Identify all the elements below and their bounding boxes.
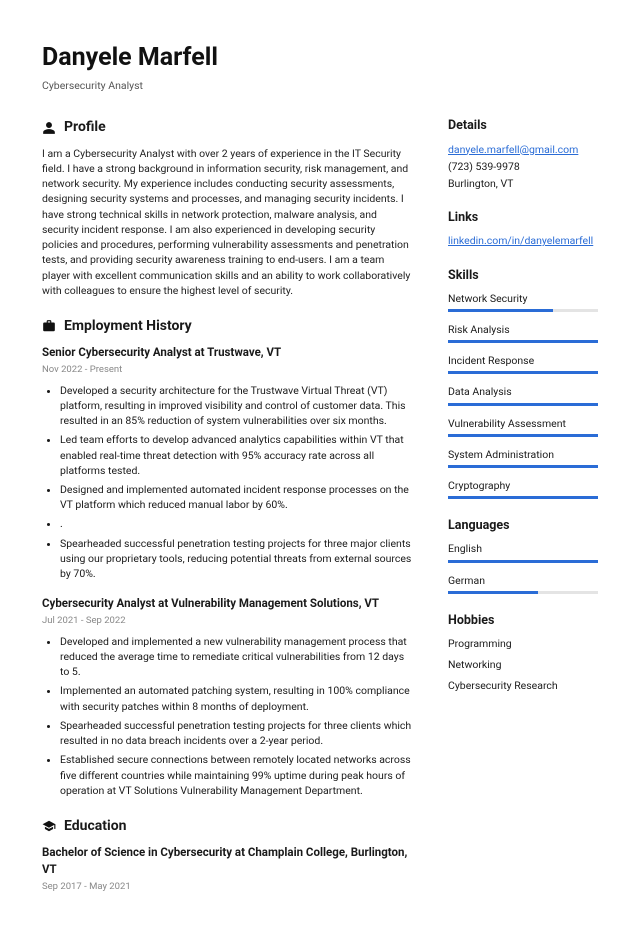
- job-bullet: Established secure connections between r…: [60, 752, 412, 798]
- progress-bar: [448, 560, 598, 563]
- skills-title: Skills: [448, 267, 598, 285]
- progress-fill: [448, 560, 598, 563]
- skills-section: Skills Network Security Risk Analysis Inci…: [448, 267, 598, 500]
- job-bullet: Designed and implemented automated incid…: [60, 482, 412, 512]
- progress-bar: [448, 465, 598, 468]
- hobbies-title: Hobbies: [448, 612, 598, 630]
- profile-section: Profile I am a Cybersecurity Analyst wit…: [42, 117, 412, 297]
- language-item: English: [448, 541, 598, 562]
- skill-item-label: Data Analysis: [448, 384, 598, 399]
- briefcase-icon: [42, 319, 56, 333]
- progress-fill: [448, 496, 598, 499]
- job-role: Cybersecurity Analyst: [42, 78, 598, 93]
- location: Burlington, VT: [448, 176, 598, 191]
- education-dates: Sep 2017 - May 2021: [42, 880, 412, 894]
- side-column: Details danyele.marfell@gmail.com (723) …: [448, 117, 598, 911]
- main-column: Profile I am a Cybersecurity Analyst wit…: [42, 117, 412, 911]
- links-title: Links: [448, 209, 598, 227]
- skill-item: Risk Analysis: [448, 322, 598, 343]
- phone: (723) 539-9978: [448, 159, 598, 174]
- full-name: Danyele Marfell: [42, 40, 598, 76]
- job-dates: Jul 2021 - Sep 2022: [42, 614, 412, 628]
- employment-title: Employment History: [64, 316, 192, 336]
- skill-item-label: Incident Response: [448, 353, 598, 368]
- progress-fill: [448, 434, 598, 437]
- hobby-item: Programming: [448, 636, 598, 651]
- profile-text: I am a Cybersecurity Analyst with over 2…: [42, 146, 412, 298]
- job-entry: Cybersecurity Analyst at Vulnerability M…: [42, 595, 412, 798]
- hobby-item: Cybersecurity Research: [448, 678, 598, 693]
- skill-item: Cryptography: [448, 478, 598, 499]
- skill-item-label: Cryptography: [448, 478, 598, 493]
- progress-bar: [448, 340, 598, 343]
- languages-title: Languages: [448, 517, 598, 535]
- language-item-label: English: [448, 541, 598, 556]
- job-bullet: Led team efforts to develop advanced ana…: [60, 432, 412, 478]
- job-bullet: Implemented an automated patching system…: [60, 683, 412, 713]
- progress-fill: [448, 465, 598, 468]
- header: Danyele Marfell Cybersecurity Analyst: [42, 40, 598, 93]
- progress-bar: [448, 591, 598, 594]
- language-item: German: [448, 573, 598, 594]
- profile-title: Profile: [64, 117, 106, 137]
- progress-fill: [448, 591, 538, 594]
- person-icon: [42, 121, 56, 135]
- job-title: Cybersecurity Analyst at Vulnerability M…: [42, 595, 412, 612]
- job-bullet: Developed a security architecture for th…: [60, 383, 412, 429]
- job-bullet: Spearheaded successful penetration testi…: [60, 536, 412, 582]
- skill-item: System Administration: [448, 447, 598, 468]
- progress-fill: [448, 403, 598, 406]
- skill-item-label: System Administration: [448, 447, 598, 462]
- skill-item: Data Analysis: [448, 384, 598, 405]
- profile-link[interactable]: linkedin.com/in/danyelemarfell: [448, 234, 593, 247]
- skill-item-label: Risk Analysis: [448, 322, 598, 337]
- skill-item-label: Vulnerability Assessment: [448, 416, 598, 431]
- hobby-item: Networking: [448, 657, 598, 672]
- education-section: Education Bachelor of Science in Cyberse…: [42, 816, 412, 893]
- progress-fill: [448, 340, 598, 343]
- email-link[interactable]: danyele.marfell@gmail.com: [448, 143, 578, 156]
- education-title: Education: [64, 816, 126, 836]
- hobbies-section: Hobbies Programming Networking Cybersecuri…: [448, 612, 598, 694]
- progress-bar: [448, 371, 598, 374]
- progress-bar: [448, 403, 598, 406]
- graduation-cap-icon: [42, 819, 56, 833]
- progress-bar: [448, 496, 598, 499]
- details-section: Details danyele.marfell@gmail.com (723) …: [448, 117, 598, 191]
- job-bullet: Developed and implemented a new vulnerab…: [60, 634, 412, 680]
- skill-item: Network Security: [448, 291, 598, 312]
- job-title: Senior Cybersecurity Analyst at Trustwav…: [42, 344, 412, 361]
- progress-bar: [448, 309, 598, 312]
- progress-fill: [448, 309, 553, 312]
- progress-fill: [448, 371, 598, 374]
- job-entry: Senior Cybersecurity Analyst at Trustwav…: [42, 344, 412, 581]
- skill-item: Vulnerability Assessment: [448, 416, 598, 437]
- details-title: Details: [448, 117, 598, 135]
- education-degree: Bachelor of Science in Cybersecurity at …: [42, 844, 412, 877]
- skill-item-label: Network Security: [448, 291, 598, 306]
- job-bullet: .: [60, 516, 412, 531]
- languages-section: Languages English German: [448, 517, 598, 594]
- job-bullet: Spearheaded successful penetration testi…: [60, 718, 412, 748]
- progress-bar: [448, 434, 598, 437]
- education-entry: Bachelor of Science in Cybersecurity at …: [42, 844, 412, 893]
- links-section: Links linkedin.com/in/danyelemarfell: [448, 209, 598, 248]
- skill-item: Incident Response: [448, 353, 598, 374]
- employment-section: Employment History Senior Cybersecurity …: [42, 316, 412, 798]
- language-item-label: German: [448, 573, 598, 588]
- job-dates: Nov 2022 - Present: [42, 363, 412, 377]
